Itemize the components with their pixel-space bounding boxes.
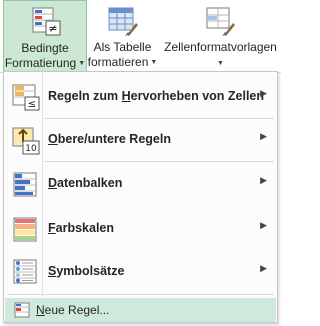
submenu-arrow-icon: ▶ <box>260 175 267 185</box>
chevron-down-icon: ▼ <box>150 59 158 67</box>
highlight-cells-icon: ≤ <box>12 84 40 111</box>
data-bars-icon <box>13 172 37 197</box>
menu-separator <box>44 161 274 162</box>
format-as-table-label-1: Als Tabelle <box>93 40 152 54</box>
menu-separator <box>7 294 274 295</box>
svg-text:≤: ≤ <box>28 99 36 110</box>
format-as-table-label-2: formatieren <box>87 55 149 69</box>
cell-styles-icon <box>206 7 235 36</box>
submenu-arrow-icon: ▶ <box>260 88 267 98</box>
menu-item-label-post: atenbalken <box>57 176 123 190</box>
menu-item-highlight-cells-rules[interactable]: ≤ Regeln zum Hervorheben von Zellen ▶ <box>4 77 277 118</box>
conditional-formatting-menu: ≤ Regeln zum Hervorheben von Zellen ▶ 10… <box>3 71 278 323</box>
ribbon-styles-group: ≠ Bedingte Formatierung ▼ Als Tabelle for… <box>0 0 281 73</box>
cell-styles-button[interactable]: Zellenformatvorlagen ▼ <box>160 0 281 72</box>
submenu-arrow-icon: ▶ <box>260 131 267 141</box>
menu-item-color-scales[interactable]: Farbskalen ▶ <box>4 209 277 250</box>
format-as-table-icon <box>108 7 138 36</box>
chevron-down-icon: ▼ <box>217 60 224 67</box>
menu-item-accesskey: F <box>48 221 56 235</box>
conditional-formatting-icon: ≠ <box>32 7 61 36</box>
top-bottom-rules-icon: 10 <box>12 127 40 155</box>
chevron-down-icon: ▼ <box>78 60 86 68</box>
menu-item-label-post: bere/untere Regeln <box>57 132 171 146</box>
menu-item-label-pre: Regeln zum <box>48 89 122 103</box>
menu-item-label-post: eue Regel... <box>44 303 110 317</box>
submenu-arrow-icon: ▶ <box>260 263 267 273</box>
menu-item-icon-sets[interactable]: Symbolsätze ▶ <box>4 252 277 293</box>
format-as-table-button[interactable]: Als Tabelle formatieren ▼ <box>87 0 158 72</box>
new-rule-icon <box>14 302 30 318</box>
conditional-formatting-button[interactable]: ≠ Bedingte Formatierung ▼ <box>3 0 87 72</box>
menu-item-label-post: arbskalen <box>55 221 115 235</box>
color-scales-icon <box>13 217 37 242</box>
menu-item-accesskey: D <box>48 176 58 190</box>
menu-item-label-post: ymbolsätze <box>56 264 125 278</box>
menu-item-accesskey: H <box>121 89 131 103</box>
cell-styles-label: Zellenformatvorlagen <box>164 40 277 54</box>
menu-item-data-bars[interactable]: Datenbalken ▶ <box>4 164 277 205</box>
menu-item-accesskey: O <box>48 132 58 146</box>
menu-item-label-post: ervorheben von Zellen <box>130 89 265 103</box>
svg-text:≠: ≠ <box>48 22 57 35</box>
conditional-formatting-label-2: Formatierung <box>4 56 77 70</box>
svg-text:10: 10 <box>25 144 37 154</box>
icon-sets-icon <box>13 259 37 284</box>
conditional-formatting-label-1: Bedingte <box>21 41 69 55</box>
submenu-arrow-icon: ▶ <box>260 220 267 230</box>
menu-item-top-bottom-rules[interactable]: 10 Obere/untere Regeln ▶ <box>4 120 277 161</box>
menu-item-new-rule[interactable]: Neue Regel... <box>5 298 276 322</box>
menu-item-accesskey: N <box>36 303 45 317</box>
menu-separator <box>44 118 274 119</box>
